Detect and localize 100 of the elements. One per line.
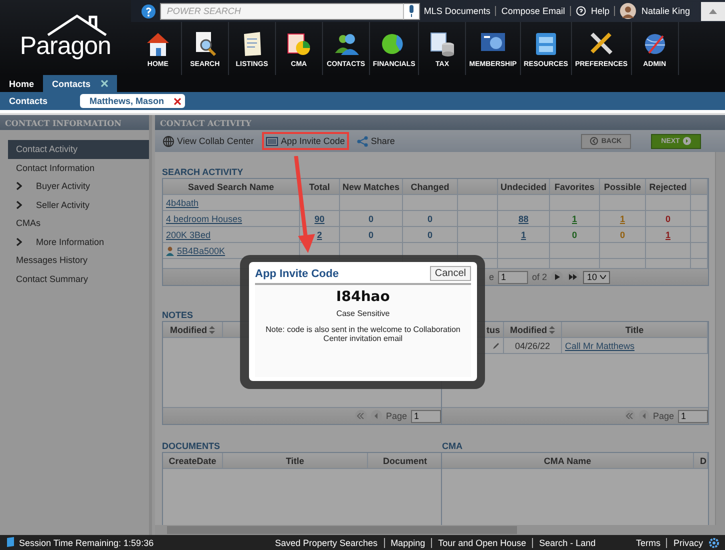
next-icon xyxy=(682,137,691,145)
user-name[interactable]: Natalie King xyxy=(641,6,690,16)
column-header[interactable]: Rejected xyxy=(646,179,691,194)
hint-text: Case Sensitive xyxy=(335,309,391,318)
scrollbar[interactable] xyxy=(715,152,725,525)
back-icon xyxy=(590,137,598,145)
sidebar-item[interactable]: CMAs xyxy=(8,214,149,232)
column-header[interactable]: Favorites xyxy=(550,179,600,194)
first-page-button[interactable] xyxy=(355,410,367,422)
table-cell: 0 xyxy=(620,230,625,240)
sidebar-item[interactable]: Contact Summary xyxy=(8,270,149,288)
globe-icon xyxy=(163,136,174,146)
count-link[interactable]: 1 xyxy=(520,230,526,240)
search-link[interactable]: 5B4Ba500K xyxy=(177,246,226,256)
column-header[interactable]: Possible xyxy=(600,179,646,194)
panel-header: CONTACT INFORMATION xyxy=(0,115,149,130)
previous-page-button[interactable] xyxy=(638,410,649,422)
sort-icon[interactable] xyxy=(209,326,215,334)
column-header[interactable]: Total xyxy=(300,179,340,194)
help-icon[interactable] xyxy=(576,6,586,16)
count-link[interactable]: 1 xyxy=(665,230,670,240)
count-link[interactable]: 1 xyxy=(572,214,577,224)
table-cell: 0 xyxy=(572,230,577,240)
barcode-icon xyxy=(266,136,278,146)
share-icon xyxy=(356,136,368,146)
search-link[interactable]: 4 bedroom Houses xyxy=(166,214,242,224)
avatar-icon[interactable] xyxy=(620,3,636,19)
header-link[interactable]: Compose Email xyxy=(501,6,571,16)
footer-link[interactable]: Terms xyxy=(630,538,666,548)
caret-icon xyxy=(709,8,717,14)
settings-icon[interactable] xyxy=(709,538,719,548)
database-icon xyxy=(428,31,456,57)
last-page-button[interactable] xyxy=(567,271,580,283)
footer-link[interactable]: Mapping xyxy=(384,538,432,548)
toolbar-button[interactable]: View Collab Center xyxy=(159,132,258,150)
column-header[interactable]: Modified xyxy=(163,322,223,337)
tab[interactable]: Contacts xyxy=(43,75,117,92)
fast-forward-icon xyxy=(569,274,578,280)
column-header[interactable]: Modified xyxy=(504,322,562,337)
chevron-icon xyxy=(16,182,22,190)
page-field[interactable]: 1 xyxy=(678,410,708,422)
logo-text: Paragon xyxy=(20,32,111,61)
caret-icon xyxy=(600,275,606,279)
count-link[interactable]: 88 xyxy=(518,214,528,224)
footer-link[interactable]: Privacy xyxy=(666,538,709,548)
search-link[interactable]: 4b4bath xyxy=(166,198,199,208)
page-field[interactable]: 1 xyxy=(498,270,528,284)
help-icon[interactable] xyxy=(140,4,156,18)
microphone-button[interactable] xyxy=(402,2,420,20)
panel-header: CONTACT ACTIVITY xyxy=(155,115,725,130)
note-text: Note: code is also sent in the welcome to Collaboration Center invitation email xyxy=(264,325,462,343)
close-icon[interactable] xyxy=(174,98,182,104)
sidebar-item[interactable]: Buyer Activity xyxy=(8,177,149,196)
search-field[interactable]: POWER SEARCH xyxy=(160,2,403,20)
help-link[interactable]: Help xyxy=(590,6,616,16)
footer-link[interactable]: Search - Land xyxy=(532,538,602,548)
tab[interactable]: Home xyxy=(0,75,44,92)
page-field[interactable]: 1 xyxy=(411,410,441,422)
chevron-icon xyxy=(16,200,22,209)
sidebar-item[interactable]: Contact Information xyxy=(8,158,149,177)
page-size-select[interactable]: 10 xyxy=(583,270,610,284)
section-title: CMA xyxy=(442,441,462,452)
toolbar-button[interactable]: App Invite Code xyxy=(262,132,349,150)
note-link[interactable]: Call Mr Matthews xyxy=(565,340,635,350)
section-label: Contacts xyxy=(9,96,48,106)
page-label: e xyxy=(489,272,494,282)
previous-page-button[interactable] xyxy=(370,410,382,422)
footer-link[interactable]: Saved Property Searches xyxy=(269,538,384,548)
record-tab[interactable]: Matthews, Mason xyxy=(80,94,186,108)
chevron-icon xyxy=(642,413,646,419)
cancel-button[interactable]: Cancel xyxy=(430,266,471,281)
sort-icon[interactable] xyxy=(549,326,555,334)
column-header[interactable]: CreateDate xyxy=(163,453,223,468)
header-link[interactable]: MLS Documents xyxy=(424,6,496,16)
column-header[interactable]: Changed xyxy=(403,179,458,194)
column-header[interactable]: CMA Name xyxy=(442,453,694,468)
first-page-button[interactable] xyxy=(624,410,635,422)
sidebar-item[interactable]: Messages History xyxy=(8,251,149,270)
sidebar-item[interactable]: More Information xyxy=(8,232,149,251)
next-page-button[interactable] xyxy=(551,271,564,283)
sidebar-item[interactable]: Contact Activity xyxy=(8,140,149,158)
search-link[interactable]: 200K 3Bed xyxy=(166,230,211,240)
toolbar-button[interactable]: Share xyxy=(352,132,399,150)
column-header[interactable]: New Matches xyxy=(340,179,403,194)
scrollbar[interactable] xyxy=(155,525,725,535)
footer-link[interactable]: Tour and Open House xyxy=(431,538,532,548)
column-header[interactable]: Title xyxy=(562,322,708,337)
table-cell: 0 xyxy=(665,214,670,224)
pencil-icon[interactable] xyxy=(492,342,500,350)
page-count: of 2 xyxy=(532,272,548,282)
sidebar-item[interactable]: Seller Activity xyxy=(8,196,149,214)
collapse-button[interactable] xyxy=(701,2,725,20)
column-header[interactable]: D xyxy=(694,453,708,468)
count-link[interactable]: 90 xyxy=(314,214,324,224)
section-title: NOTES xyxy=(162,310,194,321)
column-header[interactable]: Title xyxy=(223,453,368,468)
count-link[interactable]: 2 xyxy=(316,230,322,240)
column-header[interactable]: Undecided xyxy=(498,179,550,194)
column-header[interactable]: Saved Search Name xyxy=(163,179,300,194)
close-icon[interactable] xyxy=(100,80,108,87)
